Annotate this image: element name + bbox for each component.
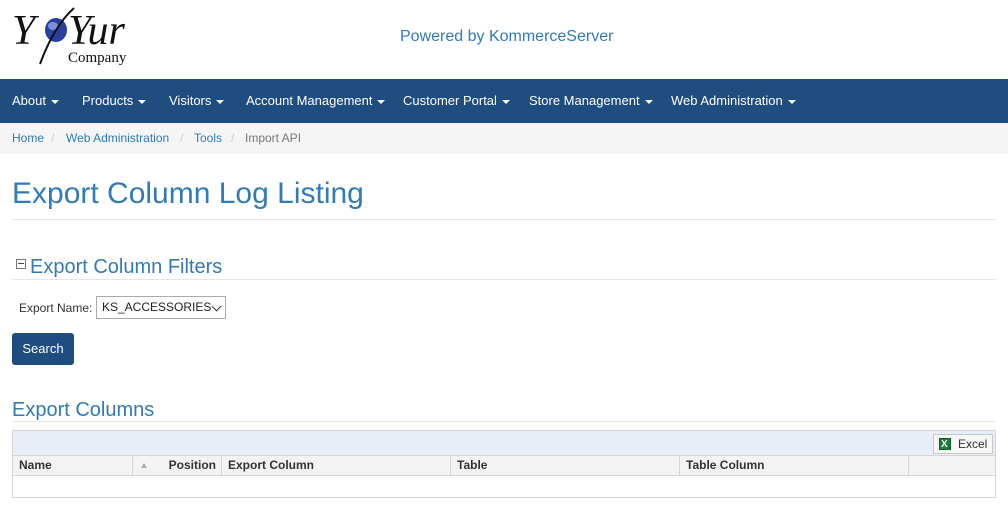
site-header: Y Yur Company Powered by KommerceServer	[0, 0, 1008, 79]
column-header-spacer	[909, 456, 995, 475]
caret-down-icon	[377, 99, 386, 104]
columns-divider	[12, 421, 996, 422]
column-header-table-column[interactable]: Table Column	[680, 456, 909, 475]
nav-item-visitors[interactable]: Visitors	[169, 79, 225, 123]
filters-title: Export Column Filters	[30, 256, 223, 278]
breadcrumb-tools[interactable]: Tools	[194, 123, 222, 154]
nav-label: Customer Portal	[403, 93, 497, 108]
excel-export-button[interactable]: Excel	[933, 434, 993, 454]
nav-item-web-administration[interactable]: Web Administration	[671, 79, 796, 123]
nav-label: Web Administration	[671, 93, 783, 108]
nav-item-account-management[interactable]: Account Management	[246, 79, 386, 123]
nav-item-store-management[interactable]: Store Management	[529, 79, 653, 123]
nav-item-about[interactable]: About	[12, 79, 59, 123]
nav-label: About	[12, 93, 46, 108]
export-columns-title: Export Columns	[12, 399, 155, 421]
caret-down-icon	[216, 99, 225, 104]
export-name-label: Export Name:	[19, 301, 93, 315]
company-logo[interactable]: Y Yur Company	[10, 6, 140, 70]
caret-down-icon	[501, 99, 510, 104]
nav-item-customer-portal[interactable]: Customer Portal	[403, 79, 510, 123]
column-header-position-label: Position	[168, 458, 216, 472]
svg-text:Yur: Yur	[68, 8, 126, 54]
nav-label: Products	[82, 93, 134, 108]
column-header-table[interactable]: Table	[451, 456, 680, 475]
excel-label: Excel	[958, 437, 988, 451]
breadcrumb-current: Import API	[245, 131, 302, 145]
nav-label: Store Management	[529, 93, 640, 108]
powered-by-text: Powered by KommerceServer	[400, 28, 614, 45]
sort-ascending-icon	[141, 463, 147, 468]
grid-header: Name Position Export Column Table Table …	[13, 455, 995, 476]
filters-divider	[12, 279, 996, 280]
nav-label: Account Management	[246, 93, 373, 108]
main-navbar: About Products Visitors Account Manageme…	[0, 79, 1008, 123]
export-name-select[interactable]: KS_ACCESSORIES	[96, 296, 226, 319]
breadcrumb-separator: /	[180, 131, 184, 145]
nav-item-products[interactable]: Products	[82, 79, 147, 123]
excel-icon	[939, 436, 951, 454]
nav-label: Visitors	[169, 93, 212, 108]
caret-down-icon	[138, 99, 147, 104]
title-divider	[12, 219, 996, 220]
export-columns-grid: Excel Name Position Export Column Table …	[12, 430, 996, 498]
column-header-export-column[interactable]: Export Column	[222, 456, 451, 475]
caret-down-icon	[50, 99, 59, 104]
svg-text:Company: Company	[68, 50, 127, 66]
collapse-minus-icon[interactable]	[16, 259, 26, 269]
column-header-name[interactable]: Name	[13, 456, 133, 475]
breadcrumb-web-administration[interactable]: Web Administration	[66, 123, 169, 154]
caret-down-icon	[787, 99, 796, 104]
grid-toolbar: Excel	[13, 431, 995, 455]
breadcrumb-separator: /	[231, 131, 235, 145]
breadcrumb-separator: /	[51, 131, 55, 145]
column-header-position[interactable]: Position	[133, 456, 222, 475]
page-title: Export Column Log Listing	[12, 177, 364, 210]
export-name-value: KS_ACCESSORIES	[102, 300, 212, 314]
breadcrumb-home[interactable]: Home	[12, 123, 44, 154]
search-button[interactable]: Search	[12, 333, 74, 365]
chevron-down-icon	[211, 301, 222, 312]
caret-down-icon	[644, 99, 653, 104]
breadcrumb: Home / Web Administration / Tools / Impo…	[0, 123, 1008, 154]
svg-text:Y: Y	[12, 8, 40, 54]
